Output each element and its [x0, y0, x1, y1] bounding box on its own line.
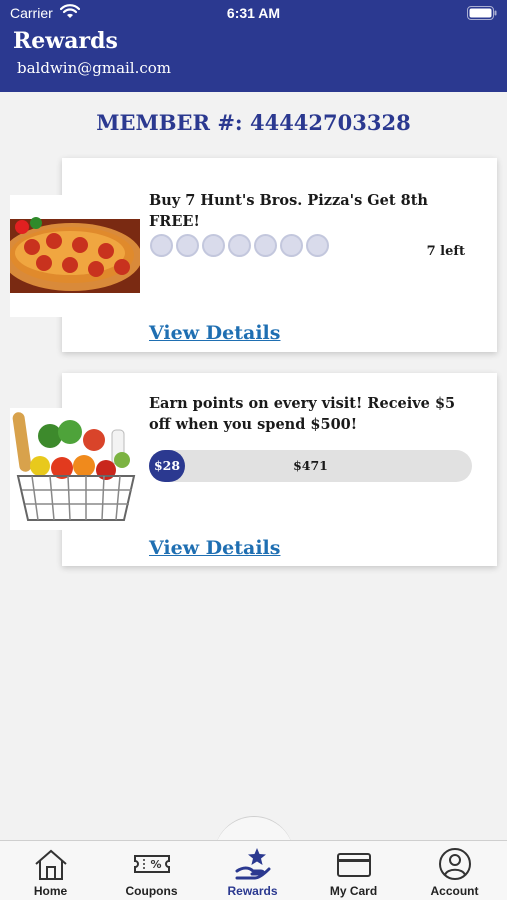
- rewards-icon: [235, 848, 271, 880]
- remaining-count: 7 left: [426, 244, 465, 259]
- punch-slot: [254, 234, 277, 257]
- tab-rewards[interactable]: Rewards: [202, 841, 303, 900]
- points-progress-bar: $471 $28: [149, 450, 472, 482]
- tab-my-card[interactable]: My Card: [303, 841, 404, 900]
- view-details-link[interactable]: View Details: [149, 322, 280, 344]
- reward-title: Buy 7 Hunt's Bros. Pizza's Get 8th FREE!: [149, 192, 428, 230]
- clock: 6:31 AM: [226, 5, 281, 21]
- tab-label: Home: [33, 884, 68, 898]
- punch-slot: [150, 234, 173, 257]
- tab-label: Account: [430, 884, 479, 898]
- tab-home[interactable]: Home: [0, 841, 101, 900]
- battery-icon: [467, 6, 497, 20]
- member-number: MEMBER #: 44442703328: [96, 110, 411, 135]
- account-icon: [439, 848, 471, 880]
- progress-remaining: $471: [293, 458, 328, 473]
- view-details-link[interactable]: View Details: [149, 537, 280, 559]
- tab-label: Coupons: [125, 884, 178, 898]
- punch-slot: [176, 234, 199, 257]
- punch-slot: [228, 234, 251, 257]
- tab-label: My Card: [329, 884, 378, 898]
- reward-title: Earn points on every visit! Receive $5 o…: [149, 395, 456, 433]
- punch-slot: [280, 234, 303, 257]
- tab-label: Rewards: [227, 884, 278, 898]
- punch-slot: [306, 234, 329, 257]
- punch-slot: [202, 234, 225, 257]
- tab-account[interactable]: Account: [404, 841, 505, 900]
- tab-coupons[interactable]: % Coupons: [101, 841, 202, 900]
- app-header: Carrier 6:31 AM Rewards baldwin@gmail.co…: [0, 0, 507, 92]
- pizza-image: [10, 195, 140, 317]
- page-title: Rewards: [13, 28, 118, 54]
- svg-text:%: %: [150, 858, 161, 871]
- card-icon: [337, 853, 371, 877]
- user-email: baldwin@gmail.com: [17, 59, 172, 77]
- punch-card-progress: [150, 234, 329, 257]
- coupon-icon: %: [134, 855, 170, 873]
- progress-earned: $28: [153, 458, 181, 473]
- grocery-basket-image: [10, 408, 140, 530]
- home-icon: [35, 849, 67, 880]
- tab-bar: Home % Coupons Rewards My Card Account: [0, 840, 507, 900]
- status-bar: Carrier 6:31 AM: [0, 0, 507, 28]
